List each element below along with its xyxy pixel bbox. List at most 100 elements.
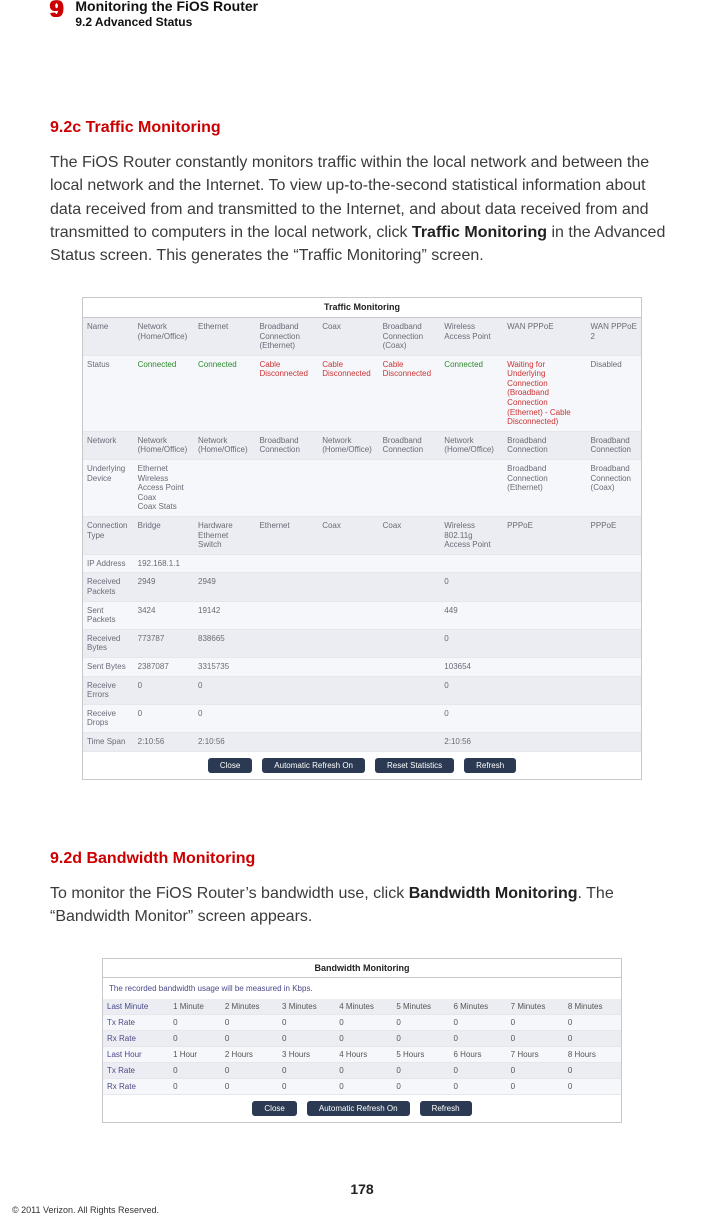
cell: Cable Disconnected (318, 355, 378, 431)
cell: Coax (379, 517, 441, 555)
cell (587, 732, 641, 751)
cell (255, 601, 318, 629)
close-button[interactable]: Close (252, 1101, 296, 1116)
cell (379, 601, 441, 629)
cell: 0 (564, 1079, 621, 1095)
page-header: 9 Monitoring the FiOS Router 9.2 Advance… (0, 0, 724, 29)
cell (255, 460, 318, 517)
table-row: IP Address192.168.1.1 (83, 554, 641, 573)
cell: Network (Home/Office) (134, 431, 194, 459)
cell: 3315735 (194, 657, 255, 676)
cell: Broadband Connection (379, 431, 441, 459)
cell (587, 704, 641, 732)
table-row: Tx Rate00000000 (103, 1015, 621, 1031)
cell: 0 (450, 1015, 507, 1031)
cell: 6 Minutes (450, 999, 507, 1015)
cell (318, 657, 378, 676)
table-row: Receive Drops000 (83, 704, 641, 732)
cell: Broadband Connection (587, 431, 641, 459)
cell (255, 629, 318, 657)
cell (587, 629, 641, 657)
refresh-button[interactable]: Refresh (420, 1101, 472, 1116)
cell: 0 (564, 1015, 621, 1031)
cell: 2387087 (134, 657, 194, 676)
cell (503, 676, 586, 704)
cell (379, 657, 441, 676)
cell: 0 (564, 1063, 621, 1079)
cell: Cable Disconnected (379, 355, 441, 431)
cell (255, 573, 318, 601)
table-row: StatusConnectedConnectedCable Disconnect… (83, 355, 641, 431)
traffic-panel-title: Traffic Monitoring (83, 298, 641, 318)
cell (503, 629, 586, 657)
table-row: Time Span2:10:562:10:562:10:56 (83, 732, 641, 751)
reset-statistics-button[interactable]: Reset Statistics (375, 758, 454, 774)
cell (194, 554, 255, 573)
row-label: Underlying Device (83, 460, 134, 517)
cell: 5 Minutes (392, 999, 449, 1015)
cell: 0 (221, 1063, 278, 1079)
cell: 0 (507, 1063, 564, 1079)
cell (379, 573, 441, 601)
cell (503, 601, 586, 629)
cell (440, 554, 503, 573)
automatic-refresh-on-button[interactable]: Automatic Refresh On (262, 758, 365, 774)
row-label: Last Minute (103, 999, 169, 1015)
cell (503, 732, 586, 751)
section-heading-bandwidth: 9.2d Bandwidth Monitoring (50, 850, 674, 868)
cell: Network (Home/Office) (440, 431, 503, 459)
cell: 2949 (134, 573, 194, 601)
cell: Wireless 802.11g Access Point (440, 517, 503, 555)
row-label: Receive Drops (83, 704, 134, 732)
cell: 0 (134, 704, 194, 732)
cell: 0 (169, 1063, 221, 1079)
cell: 0 (440, 676, 503, 704)
table-row: Rx Rate00000000 (103, 1031, 621, 1047)
row-label: Sent Packets (83, 601, 134, 629)
row-label: Tx Rate (103, 1063, 169, 1079)
bandwidth-table: Last Minute1 Minute2 Minutes3 Minutes4 M… (103, 999, 621, 1095)
cell (255, 554, 318, 573)
cell: 0 (221, 1031, 278, 1047)
cell: Broadband Connection (255, 431, 318, 459)
cell: Network (Home/Office) (134, 318, 194, 355)
cell: Hardware Ethernet Switch (194, 517, 255, 555)
cell: Network (Home/Office) (318, 431, 378, 459)
cell (379, 460, 441, 517)
table-row: Last Minute1 Minute2 Minutes3 Minutes4 M… (103, 999, 621, 1015)
cell: Connected (134, 355, 194, 431)
cell: Ethernet Wireless Access Point Coax Coax… (134, 460, 194, 517)
cell: Disabled (587, 355, 641, 431)
cell: 2949 (194, 573, 255, 601)
cell: Ethernet (255, 517, 318, 555)
close-button[interactable]: Close (208, 758, 252, 774)
cell: 0 (440, 573, 503, 601)
chapter-titles: Monitoring the FiOS Router 9.2 Advanced … (75, 0, 258, 29)
table-row: NetworkNetwork (Home/Office)Network (Hom… (83, 431, 641, 459)
cell: Waiting for Underlying Connection (Broad… (503, 355, 586, 431)
cell: 4 Hours (335, 1047, 392, 1063)
cell: Connected (194, 355, 255, 431)
cell: Coax (318, 318, 378, 355)
cell: 0 (440, 704, 503, 732)
cell: 2 Hours (221, 1047, 278, 1063)
cell: 0 (507, 1079, 564, 1095)
cell: 2:10:56 (440, 732, 503, 751)
cell (503, 704, 586, 732)
cell (255, 732, 318, 751)
cell: 0 (221, 1015, 278, 1031)
page-number: 178 (0, 1181, 724, 1197)
cell: Broadband Connection (Coax) (379, 318, 441, 355)
table-row: Connection TypeBridgeHardware Ethernet S… (83, 517, 641, 555)
cell: 0 (278, 1079, 335, 1095)
cell: Connected (440, 355, 503, 431)
traffic-monitoring-panel: Traffic Monitoring NameNetwork (Home/Off… (82, 297, 642, 780)
refresh-button[interactable]: Refresh (464, 758, 516, 774)
row-label: Tx Rate (103, 1015, 169, 1031)
section-heading-traffic: 9.2c Traffic Monitoring (50, 119, 674, 137)
section-d-paragraph: To monitor the FiOS Router’s bandwidth u… (50, 882, 674, 928)
automatic-refresh-on-button[interactable]: Automatic Refresh On (307, 1101, 410, 1116)
cell: 2:10:56 (134, 732, 194, 751)
cell: WAN PPPoE 2 (587, 318, 641, 355)
cell: 1 Minute (169, 999, 221, 1015)
